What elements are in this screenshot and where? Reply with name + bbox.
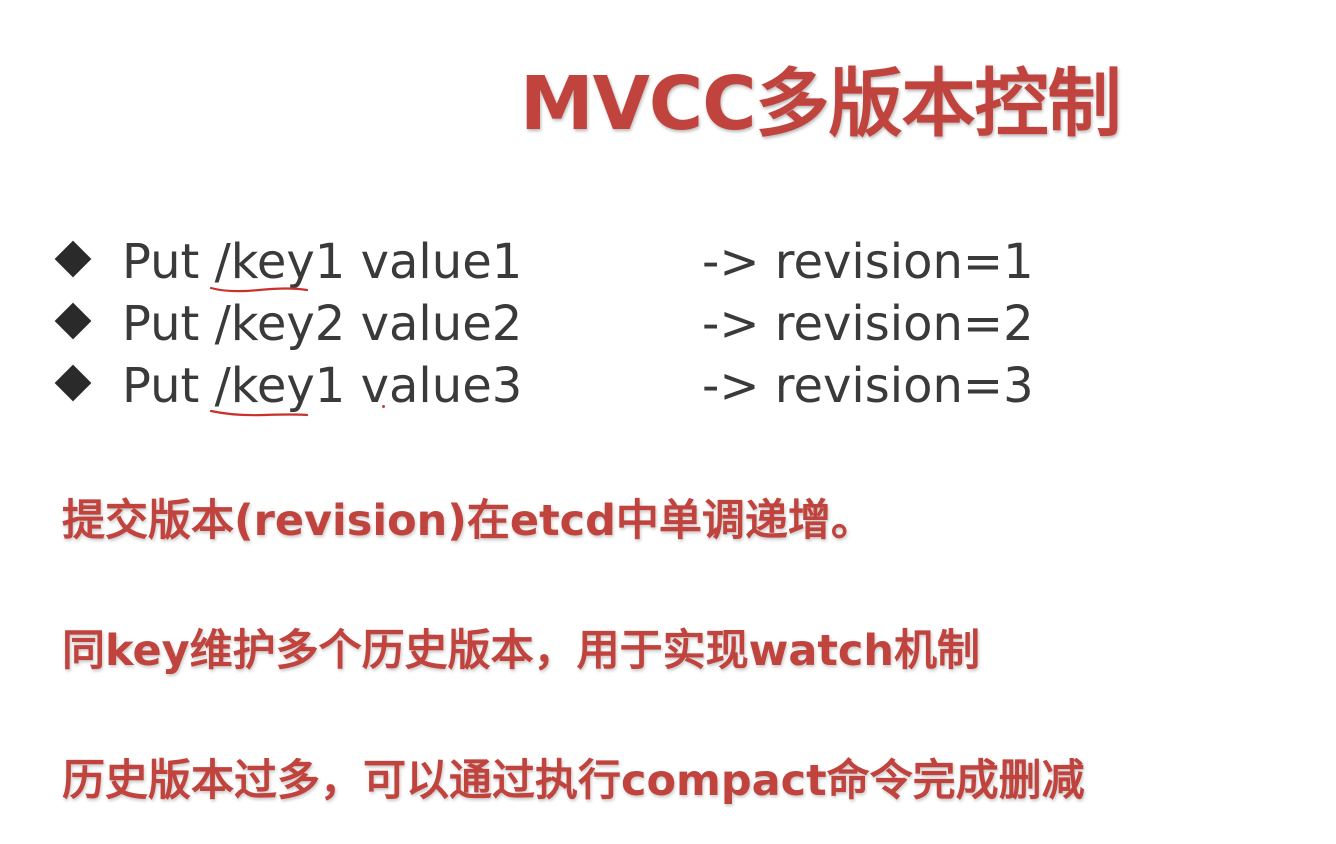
command-revision: -> revision=1 <box>702 234 1034 290</box>
command-key-text: /key1 <box>214 234 346 290</box>
command-key: /key1 <box>209 356 346 417</box>
annotation-dot-icon <box>382 405 385 408</box>
handwritten-underline-icon <box>209 409 308 417</box>
diamond-bullet-icon <box>54 302 92 340</box>
command-text: Put /key1 value3 <box>122 356 522 417</box>
command-verb: Put <box>122 234 200 290</box>
note-compact: 历史版本过多，可以通过执行compact命令完成删减 <box>62 756 1085 806</box>
command-verb: Put <box>122 296 200 352</box>
command-verb: Put <box>122 358 200 414</box>
command-value: value2 <box>360 296 523 352</box>
command-key-text: /key2 <box>214 296 346 352</box>
command-key: /key1 <box>209 232 346 293</box>
command-revision: -> revision=2 <box>702 296 1034 352</box>
command-value: value1 <box>360 234 523 290</box>
command-key: /key2 <box>215 294 346 354</box>
handwritten-underline-icon <box>209 286 308 293</box>
command-text: Put /key1 value1 <box>122 232 523 293</box>
note-key-history: 同key维护多个历史版本，用于实现watch机制 <box>62 626 981 676</box>
command-key-text: /key1 <box>214 358 346 414</box>
command-text: Put /key2 value2 <box>122 294 522 354</box>
command-revision: -> revision=3 <box>702 358 1034 414</box>
diamond-bullet-icon <box>54 240 92 278</box>
slide: MVCC多版本控制 Put /key1 value1 -> revision=1… <box>0 0 1336 844</box>
diamond-bullet-icon <box>54 364 92 402</box>
slide-title: MVCC多版本控制 <box>520 61 1122 147</box>
note-revision-monotonic: 提交版本(revision)在etcd中单调递增。 <box>62 496 874 546</box>
